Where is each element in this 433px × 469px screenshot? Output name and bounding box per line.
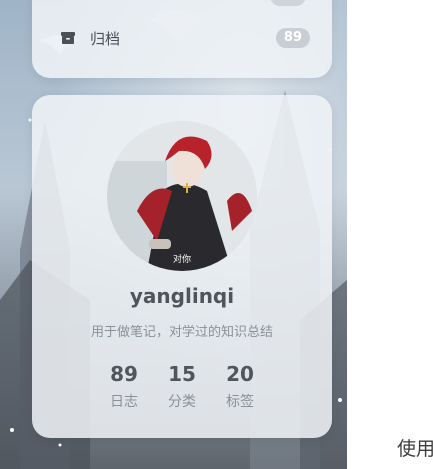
menu-item-label: 归档: [90, 29, 121, 48]
stat-posts-label: 日志: [110, 394, 138, 410]
content-text-fragment: 使用: [397, 438, 433, 460]
stat-tags[interactable]: 20 标签: [211, 361, 269, 411]
menu-item-archive[interactable]: 归档 89: [54, 26, 310, 50]
menu-card: 归档 89: [32, 0, 332, 78]
avatar[interactable]: 对你: [107, 121, 257, 271]
archive-icon: [60, 30, 76, 46]
stat-posts-value: 89: [110, 362, 138, 386]
stat-categories-label: 分类: [168, 394, 196, 410]
archive-count-badge: 89: [275, 28, 310, 48]
stat-posts[interactable]: 89 日志: [95, 361, 153, 411]
profile-stats: 89 日志 15 分类 20 标签: [32, 361, 332, 411]
profile-username: yanglinqi: [129, 284, 235, 308]
profile-bio: 用于做笔记，对学过的知识总结: [90, 325, 273, 340]
stat-categories[interactable]: 15 分类: [153, 361, 211, 411]
stat-categories-value: 15: [168, 362, 196, 386]
stat-tags-value: 20: [226, 362, 254, 386]
avatar-caption: 对你: [172, 255, 191, 265]
profile-card: 对你 yanglinqi 用于做笔记，对学过的知识总结 89 日志 15 分类 …: [32, 95, 332, 438]
stat-tags-label: 标签: [226, 394, 254, 410]
previous-menu-badge: [270, 0, 306, 6]
